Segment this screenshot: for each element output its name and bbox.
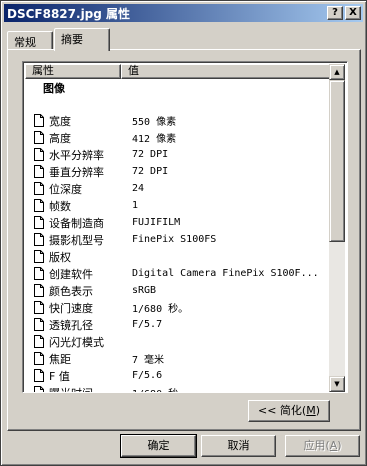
close-button[interactable]: X bbox=[345, 6, 361, 20]
apply-label-prefix: 应用( bbox=[303, 439, 330, 452]
document-icon bbox=[34, 301, 44, 314]
property-name: 摄影机型号 bbox=[49, 233, 104, 247]
document-icon bbox=[34, 148, 44, 161]
document-icon bbox=[34, 216, 44, 229]
apply-button[interactable]: 应用(A) bbox=[285, 435, 360, 457]
property-name: 创建软件 bbox=[49, 267, 93, 281]
tab-summary[interactable]: 摘要 bbox=[54, 28, 110, 51]
property-name: 曝光时间 bbox=[49, 386, 93, 393]
ok-button[interactable]: 确定 bbox=[120, 434, 197, 458]
property-row[interactable]: 颜色表示 sRGB bbox=[25, 282, 331, 299]
property-name: 水平分辨率 bbox=[49, 148, 104, 162]
property-name: 焦距 bbox=[49, 352, 71, 366]
property-row[interactable]: 垂直分辨率 72 DPI bbox=[25, 163, 331, 180]
document-icon bbox=[34, 165, 44, 178]
scroll-up-arrow-icon[interactable]: ▲ bbox=[329, 64, 345, 80]
property-row[interactable]: 水平分辨率 72 DPI bbox=[25, 146, 331, 163]
property-row[interactable]: 高度 412 像素 bbox=[25, 129, 331, 146]
property-name: 帧数 bbox=[49, 199, 71, 213]
property-name: 透镜孔径 bbox=[49, 318, 93, 332]
property-value: 1/680 秒 bbox=[132, 385, 178, 392]
title-bar[interactable]: DSCF8827.jpg 属性 ? X bbox=[4, 4, 363, 22]
property-row[interactable]: 位深度 24 bbox=[25, 180, 331, 197]
property-row[interactable]: 焦距 7 毫米 bbox=[25, 350, 331, 367]
property-name: 设备制造商 bbox=[49, 216, 104, 230]
property-row[interactable]: 曝光时间 1/680 秒 bbox=[25, 384, 331, 393]
property-value: 24 bbox=[132, 183, 145, 194]
property-value: 7 毫米 bbox=[132, 355, 165, 366]
property-value: 1/680 秒。 bbox=[132, 304, 189, 315]
property-row[interactable]: 帧数 1 bbox=[25, 197, 331, 214]
scroll-thumb[interactable] bbox=[329, 80, 345, 242]
property-value: F/5.6 bbox=[132, 370, 163, 381]
help-button[interactable]: ? bbox=[327, 6, 343, 20]
apply-label-suffix: ) bbox=[337, 439, 342, 452]
cancel-button[interactable]: 取消 bbox=[201, 435, 276, 457]
vertical-scrollbar[interactable]: ▲ ▼ bbox=[329, 64, 345, 392]
property-value: 72 DPI bbox=[132, 149, 169, 160]
property-row[interactable]: 透镜孔径 F/5.7 bbox=[25, 316, 331, 333]
document-icon bbox=[34, 250, 44, 263]
tab-general[interactable]: 常规 bbox=[7, 31, 53, 50]
property-value: FinePix S100FS bbox=[132, 234, 217, 245]
property-name: 宽度 bbox=[49, 114, 71, 128]
property-value: Digital Camera FinePix S100F... bbox=[132, 268, 319, 279]
property-value: 1 bbox=[132, 200, 139, 211]
simplify-label-suffix: ) bbox=[315, 404, 321, 417]
property-name: 快门速度 bbox=[49, 301, 93, 315]
document-icon bbox=[34, 233, 44, 246]
property-value: FUJIFILM bbox=[132, 217, 181, 228]
property-name: 位深度 bbox=[49, 182, 82, 196]
property-row[interactable]: 快门速度 1/680 秒。 bbox=[25, 299, 331, 316]
column-header-property[interactable]: 属性 bbox=[25, 64, 121, 79]
property-name: 版权 bbox=[49, 250, 71, 264]
document-icon bbox=[34, 182, 44, 195]
document-icon bbox=[34, 284, 44, 297]
property-name: F 值 bbox=[49, 369, 70, 383]
document-icon bbox=[34, 114, 44, 127]
scroll-down-arrow-icon[interactable]: ▼ bbox=[329, 376, 345, 392]
property-row[interactable]: 设备制造商 FUJIFILM bbox=[25, 214, 331, 231]
property-value: 72 DPI bbox=[132, 166, 169, 177]
document-icon bbox=[34, 199, 44, 212]
simplify-accel-key: M bbox=[306, 404, 316, 417]
property-list[interactable]: 属性 值 图像 宽度 550 像素 高度 412 像素 水平分辨率 72 DPI 垂直分辨率… bbox=[22, 61, 348, 393]
property-name: 高度 bbox=[49, 131, 71, 145]
property-name: 颜色表示 bbox=[49, 284, 93, 298]
property-name: 闪光灯模式 bbox=[49, 335, 104, 349]
document-icon bbox=[34, 386, 44, 392]
properties-dialog: DSCF8827.jpg 属性 ? X 常规 摘要 属性 值 图像 宽度 550 … bbox=[0, 0, 367, 466]
group-header-image: 图像 bbox=[43, 82, 65, 95]
property-value: 412 像素 bbox=[132, 134, 177, 145]
property-row[interactable]: 版权 bbox=[25, 248, 331, 265]
window-title: DSCF8827.jpg 属性 bbox=[7, 6, 131, 21]
simplify-label-prefix: << 简化( bbox=[257, 404, 307, 417]
document-icon bbox=[34, 335, 44, 348]
property-row[interactable]: F 值 F/5.6 bbox=[25, 367, 331, 384]
property-value: F/5.7 bbox=[132, 319, 163, 330]
property-row[interactable]: 创建软件 Digital Camera FinePix S100F... bbox=[25, 265, 331, 282]
document-icon bbox=[34, 131, 44, 144]
simplify-button[interactable]: << 简化(M) bbox=[248, 400, 330, 422]
property-name: 垂直分辨率 bbox=[49, 165, 104, 179]
document-icon bbox=[34, 352, 44, 365]
document-icon bbox=[34, 267, 44, 280]
document-icon bbox=[34, 369, 44, 382]
column-header-value[interactable]: 值 bbox=[121, 64, 331, 79]
property-value: 550 像素 bbox=[132, 117, 177, 128]
property-row[interactable]: 摄影机型号 FinePix S100FS bbox=[25, 231, 331, 248]
property-value: sRGB bbox=[132, 285, 157, 296]
document-icon bbox=[34, 318, 44, 331]
list-header: 属性 值 bbox=[25, 64, 331, 79]
property-row[interactable]: 闪光灯模式 bbox=[25, 333, 331, 350]
property-rows: 图像 宽度 550 像素高度 412 像素水平分辨率 72 DPI 垂直分辨率 72 DP… bbox=[25, 79, 331, 393]
property-row[interactable]: 宽度 550 像素 bbox=[25, 112, 331, 129]
